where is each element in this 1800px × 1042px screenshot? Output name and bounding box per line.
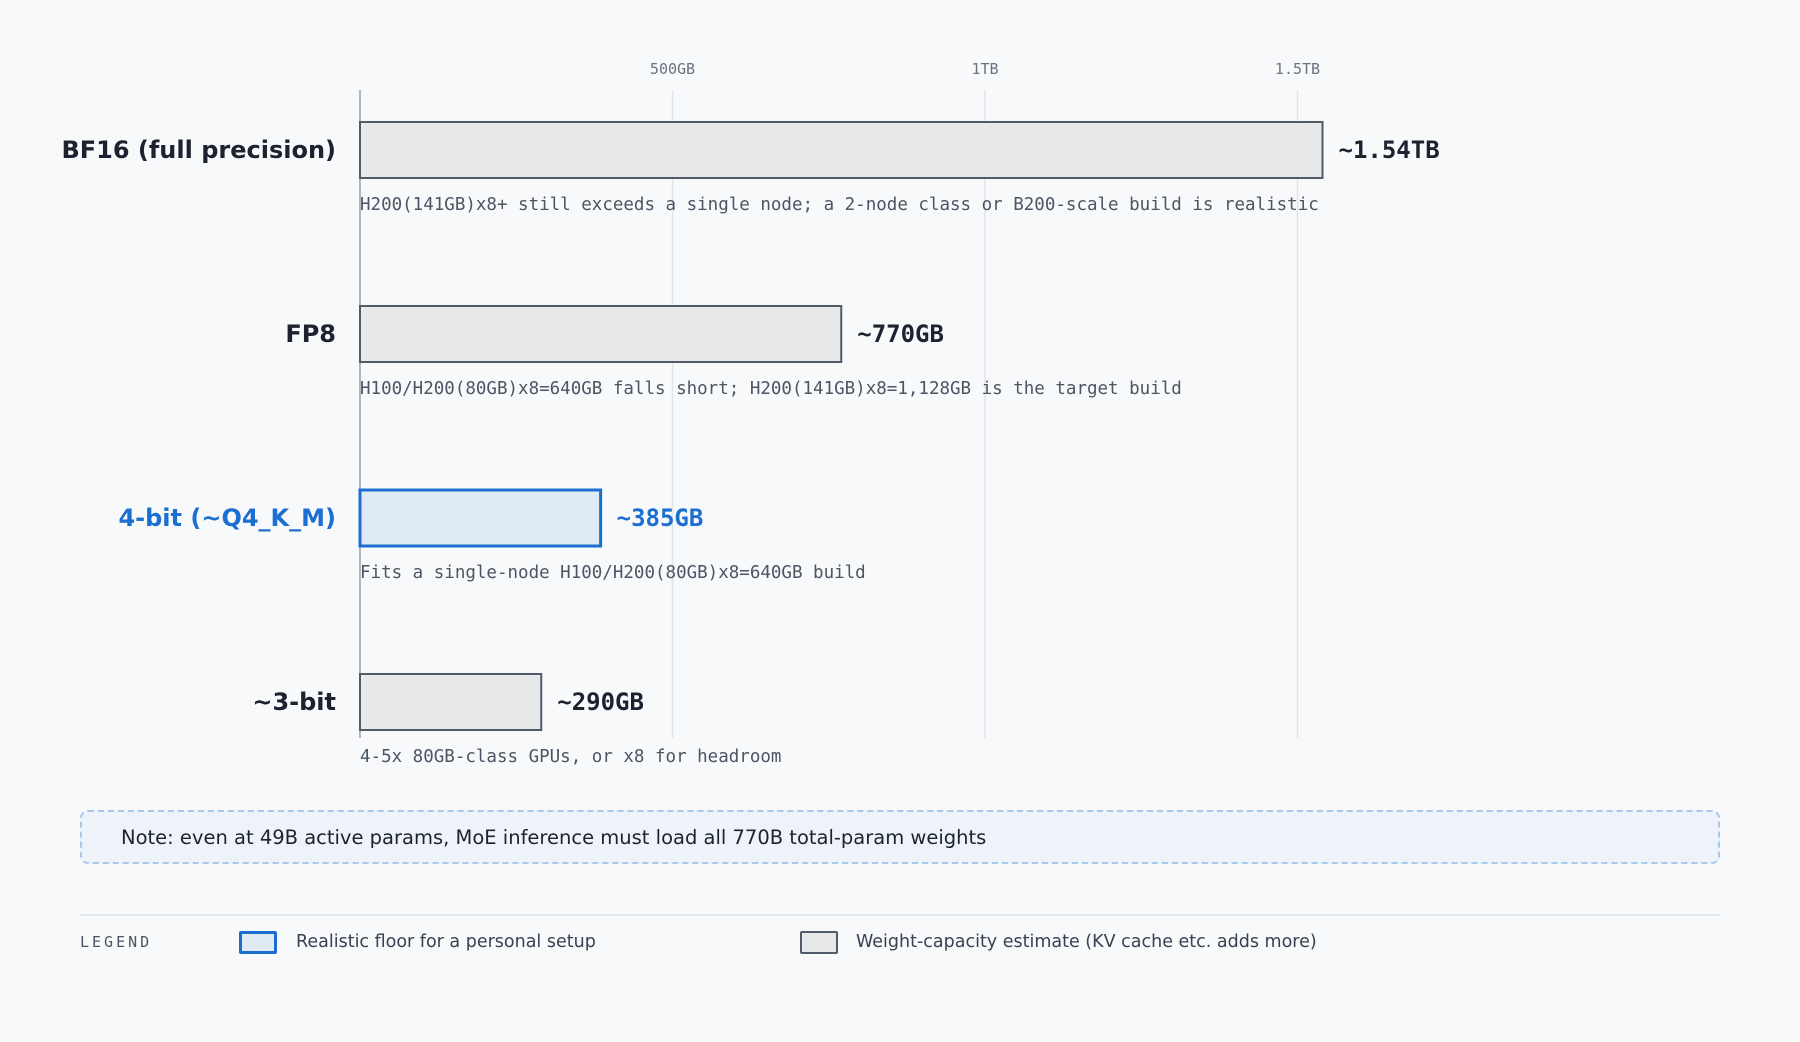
memory-requirement-bar-chart: 500GB 1TB 1.5TB BF16 (full precision) ~1.54T… xyxy=(61,60,1440,767)
note-callout: Note: even at 49B active params, MoE inf… xyxy=(80,810,1720,864)
category-label-0: BF16 (full precision) xyxy=(61,136,336,164)
legend-label-estimate: Weight-capacity estimate (KV cache etc. … xyxy=(856,932,1317,952)
bar-note-1: H100/H200(80GB)x8=640GB falls short; H20… xyxy=(360,379,1182,399)
bar-2 xyxy=(358,488,603,548)
legend-title: LEGEND xyxy=(80,933,153,951)
category-label-1: FP8 xyxy=(285,320,336,348)
legend-swatch-highlight xyxy=(239,931,277,954)
value-label-3: ~290GB xyxy=(557,688,644,716)
bar-note-3: 4-5x 80GB-class GPUs, or x8 for headroom xyxy=(360,747,781,767)
category-label-3: ~3-bit xyxy=(252,688,336,716)
tick-label-2: 1.5TB xyxy=(1275,60,1320,78)
bar-note-0: H200(141GB)x8+ still exceeds a single no… xyxy=(360,195,1319,215)
bar-0 xyxy=(359,121,1324,179)
legend: LEGEND Realistic floor for a personal se… xyxy=(80,914,1720,972)
tick-label-1: 1TB xyxy=(971,60,998,78)
value-label-2: ~385GB xyxy=(617,504,704,532)
note-callout-text: Note: even at 49B active params, MoE inf… xyxy=(121,825,987,849)
legend-label-highlight: Realistic floor for a personal setup xyxy=(296,932,596,952)
bar-3 xyxy=(359,673,543,731)
value-label-1: ~770GB xyxy=(857,320,944,348)
tick-label-0: 500GB xyxy=(650,60,695,78)
legend-swatch-estimate xyxy=(800,931,838,954)
bar-note-2: Fits a single-node H100/H200(80GB)x8=640… xyxy=(360,563,866,583)
value-label-0: ~1.54TB xyxy=(1339,136,1440,164)
bar-1 xyxy=(359,305,843,363)
category-label-2: 4-bit (~Q4_K_M) xyxy=(118,504,336,532)
